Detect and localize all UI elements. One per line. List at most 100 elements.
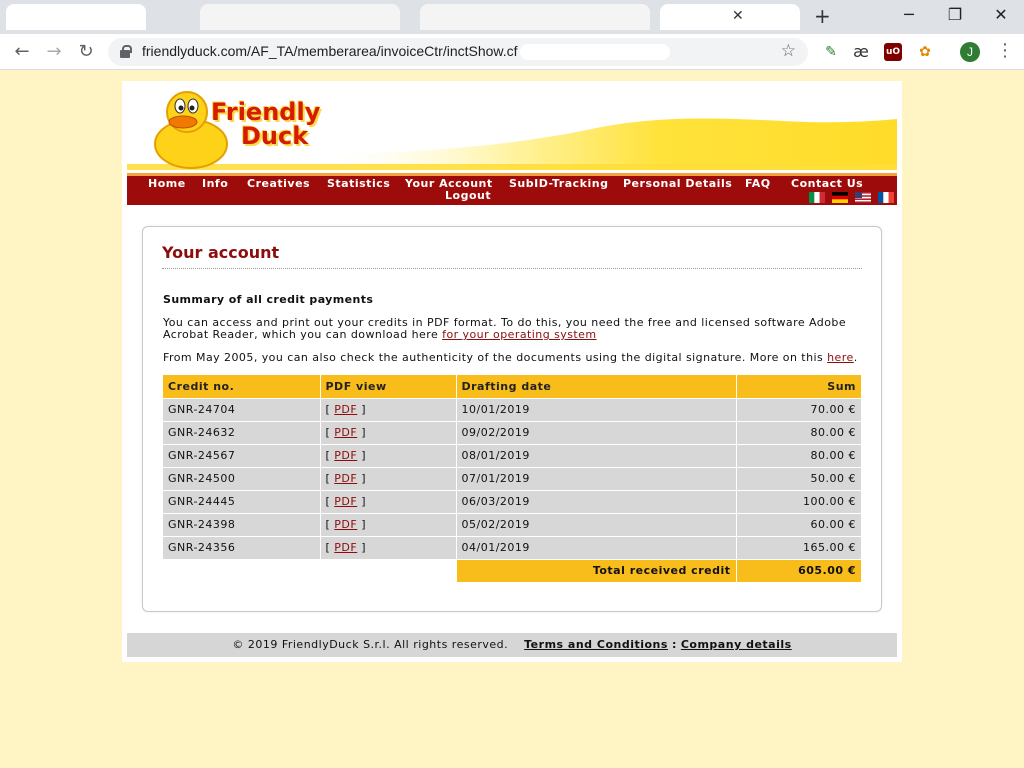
- nav-contact-us[interactable]: Contact Us: [791, 177, 863, 190]
- column-header-pdf-view: PDF view: [320, 375, 457, 399]
- pdf-cell: [ PDF ]: [320, 421, 457, 445]
- pdf-cell: [ PDF ]: [320, 490, 457, 514]
- back-icon[interactable]: ←: [10, 40, 34, 64]
- browser-tab-active[interactable]: [660, 4, 800, 30]
- column-header-sum: Sum: [736, 375, 862, 399]
- pdf-cell: [ PDF ]: [320, 467, 457, 491]
- table-row: GNR-24567 [ PDF ] 08/01/2019 80.00 €: [163, 444, 862, 468]
- signature-info-paragraph: From May 2005, you can also check the au…: [163, 352, 863, 364]
- credit-number: GNR-24704: [163, 398, 321, 422]
- table-row: GNR-24704 [ PDF ] 10/01/2019 70.00 €: [163, 398, 862, 422]
- signature-info-end: .: [853, 351, 858, 364]
- close-tab-icon[interactable]: ✕: [732, 8, 744, 24]
- forward-icon[interactable]: →: [42, 40, 66, 64]
- nav-personal-details[interactable]: Personal Details: [623, 177, 732, 190]
- nav-subid-tracking[interactable]: SubID-Tracking: [509, 177, 608, 190]
- credit-number: GNR-24356: [163, 536, 321, 560]
- total-label: Total received credit: [456, 559, 737, 583]
- pdf-info-paragraph: You can access and print out your credit…: [163, 317, 863, 341]
- credit-sum: 80.00 €: [736, 444, 862, 468]
- company-details-link[interactable]: Company details: [681, 638, 792, 651]
- operating-system-download-link[interactable]: for your operating system: [442, 328, 596, 341]
- credit-number: GNR-24567: [163, 444, 321, 468]
- pdf-link[interactable]: PDF: [334, 449, 357, 462]
- drafting-date: 06/03/2019: [456, 490, 737, 514]
- credit-sum: 165.00 €: [736, 536, 862, 560]
- credit-sum: 60.00 €: [736, 513, 862, 537]
- ae-extension-icon[interactable]: æ: [852, 43, 870, 61]
- credit-number: GNR-24500: [163, 467, 321, 491]
- browser-tab-strip: ✕ + ─ ❐ ✕: [0, 0, 1024, 34]
- french-flag-icon[interactable]: [878, 192, 894, 203]
- cookie-extension-icon[interactable]: ✿: [916, 43, 934, 61]
- italian-flag-icon[interactable]: [809, 192, 825, 203]
- browser-tab-redacted[interactable]: [6, 4, 146, 30]
- table-row: GNR-24500 [ PDF ] 07/01/2019 50.00 €: [163, 467, 862, 491]
- close-window-icon[interactable]: ✕: [978, 4, 1024, 28]
- pdf-link[interactable]: PDF: [334, 518, 357, 531]
- browser-toolbar: ← → ↻ friendlyduck.com/AF_TA/memberarea/…: [0, 34, 1024, 70]
- pdf-link[interactable]: PDF: [334, 541, 357, 554]
- nav-logout[interactable]: Logout: [445, 189, 491, 202]
- nav-info[interactable]: Info: [202, 177, 228, 190]
- pdf-cell: [ PDF ]: [320, 536, 457, 560]
- drafting-date: 07/01/2019: [456, 467, 737, 491]
- credit-sum: 50.00 €: [736, 467, 862, 491]
- signature-info-text: From May 2005, you can also check the au…: [163, 351, 828, 364]
- profile-avatar[interactable]: J: [960, 42, 980, 62]
- pdf-cell: [ PDF ]: [320, 398, 457, 422]
- drafting-date: 05/02/2019: [456, 513, 737, 537]
- minimize-icon[interactable]: ─: [886, 4, 932, 28]
- nav-faq[interactable]: FAQ: [745, 177, 771, 190]
- browser-tab-redacted[interactable]: [420, 4, 650, 30]
- pdf-link[interactable]: PDF: [334, 403, 357, 416]
- ublock-extension-icon[interactable]: uO: [884, 43, 902, 61]
- logo-text-duck: Duck: [241, 122, 309, 150]
- column-header-drafting-date: Drafting date: [456, 375, 737, 399]
- credit-number: GNR-24632: [163, 421, 321, 445]
- friendlyduck-logo[interactable]: Friendly Duck: [153, 88, 320, 170]
- url-text[interactable]: friendlyduck.com/AF_TA/memberarea/invoic…: [142, 43, 518, 59]
- nav-creatives[interactable]: Creatives: [247, 177, 310, 190]
- page-title: Your account: [162, 243, 280, 262]
- credit-sum: 70.00 €: [736, 398, 862, 422]
- address-bar[interactable]: friendlyduck.com/AF_TA/memberarea/invoic…: [108, 38, 808, 66]
- pdf-link[interactable]: PDF: [334, 426, 357, 439]
- nav-home[interactable]: Home: [148, 177, 186, 190]
- browser-tab-redacted[interactable]: [200, 4, 400, 30]
- credit-number: GNR-24445: [163, 490, 321, 514]
- new-tab-button[interactable]: +: [814, 4, 831, 28]
- signature-more-link[interactable]: here: [827, 351, 854, 364]
- credit-sum: 100.00 €: [736, 490, 862, 514]
- site-header: Friendly Duck: [127, 86, 897, 170]
- table-row: GNR-24356 [ PDF ] 04/01/2019 165.00 €: [163, 536, 862, 560]
- total-spacer: [320, 559, 457, 583]
- copyright-text: © 2019 FriendlyDuck S.r.l. All rights re…: [232, 638, 509, 651]
- pdf-cell: [ PDF ]: [320, 444, 457, 468]
- us-flag-icon[interactable]: [855, 192, 871, 203]
- reload-icon[interactable]: ↻: [74, 40, 98, 64]
- table-header-row: Credit no. PDF view Drafting date Sum: [163, 375, 862, 399]
- lock-icon[interactable]: [120, 45, 132, 58]
- pdf-link[interactable]: PDF: [334, 495, 357, 508]
- bookmark-star-icon[interactable]: ☆: [781, 41, 796, 61]
- pdf-link[interactable]: PDF: [334, 472, 357, 485]
- drafting-date: 04/01/2019: [456, 536, 737, 560]
- section-subtitle: Summary of all credit payments: [163, 293, 374, 306]
- total-spacer: [163, 559, 321, 583]
- pdf-cell: [ PDF ]: [320, 513, 457, 537]
- terms-link[interactable]: Terms and Conditions: [524, 638, 668, 651]
- restore-icon[interactable]: ❐: [932, 4, 978, 28]
- nav-statistics[interactable]: Statistics: [327, 177, 390, 190]
- drafting-date: 10/01/2019: [456, 398, 737, 422]
- page-container: Friendly Duck Home Info Creatives Statis…: [122, 81, 902, 662]
- browser-menu-icon[interactable]: ⋮: [996, 40, 1014, 61]
- german-flag-icon[interactable]: [832, 192, 848, 203]
- site-footer: © 2019 FriendlyDuck S.r.l. All rights re…: [127, 633, 897, 657]
- url-redacted: [520, 44, 670, 60]
- drafting-date: 08/01/2019: [456, 444, 737, 468]
- footer-separator: :: [671, 638, 677, 651]
- table-row: GNR-24398 [ PDF ] 05/02/2019 60.00 €: [163, 513, 862, 537]
- eyedropper-extension-icon[interactable]: ✎: [822, 43, 840, 61]
- column-header-credit-no: Credit no.: [163, 375, 321, 399]
